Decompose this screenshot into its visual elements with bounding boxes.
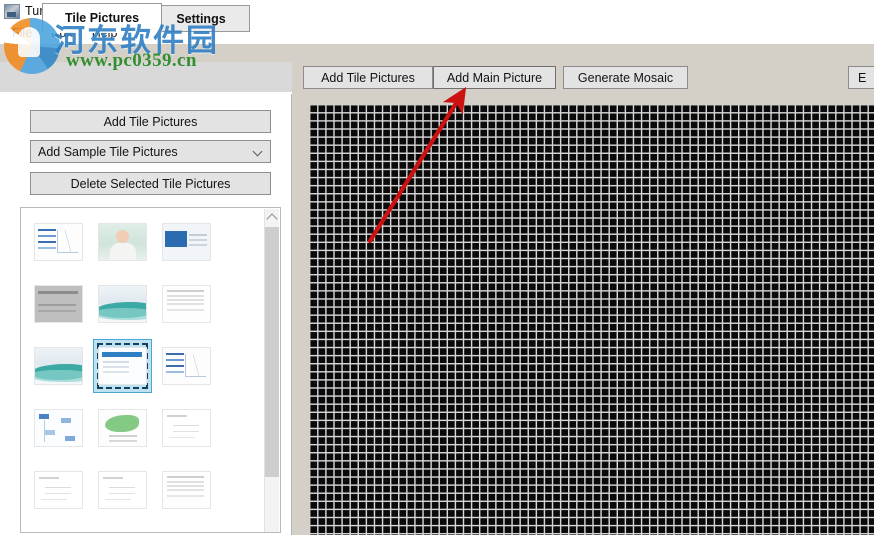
tab-settings[interactable]: Settings (152, 5, 250, 32)
toolbar-export-button[interactable]: E (848, 66, 874, 89)
tile-thumbnail[interactable] (158, 402, 215, 454)
tile-thumbnail-image (34, 409, 83, 447)
tile-thumbnail-image (162, 285, 211, 323)
tile-thumbnail[interactable] (30, 526, 87, 532)
tile-thumbnail[interactable] (30, 402, 87, 454)
add-sample-tile-pictures-dropdown[interactable]: Add Sample Tile Pictures (30, 140, 271, 163)
tile-pictures-list[interactable] (20, 207, 281, 533)
tile-thumbnail[interactable] (94, 216, 151, 268)
toolbar-add-main-picture-button[interactable]: Add Main Picture (433, 66, 556, 89)
delete-selected-tile-pictures-button[interactable]: Delete Selected Tile Pictures (30, 172, 271, 195)
tile-thumbnail[interactable] (30, 216, 87, 268)
toolbar-add-tile-pictures-button[interactable]: Add Tile Pictures (303, 66, 433, 89)
tile-list-vertical-scrollbar[interactable] (264, 209, 279, 532)
tile-thumbnail[interactable] (158, 464, 215, 516)
left-panel: Add Tile Pictures Add Sample Tile Pictur… (0, 93, 292, 535)
mosaic-noise-overlay (310, 105, 874, 535)
tile-thumbnail-image (98, 347, 147, 385)
mosaic-canvas-area[interactable] (293, 99, 874, 535)
app-icon (4, 3, 20, 19)
scrollbar-thumb[interactable] (265, 227, 279, 477)
tile-thumbnail-image (34, 347, 83, 385)
tab-tile-pictures[interactable]: Tile Pictures (42, 3, 162, 33)
tile-thumbnail-image (34, 285, 83, 323)
tile-thumbnail-image (162, 347, 211, 385)
tab-strip (0, 62, 292, 94)
scroll-up-icon[interactable] (265, 209, 279, 225)
right-area: Add Tile Pictures Add Main Picture Gener… (293, 55, 874, 535)
add-tile-pictures-button[interactable]: Add Tile Pictures (30, 110, 271, 133)
tile-thumbnail-image (162, 409, 211, 447)
tile-thumbnail[interactable] (30, 278, 87, 330)
tile-thumbnail-grid (21, 208, 266, 532)
tile-thumbnail-image (98, 285, 147, 323)
main-toolbar: Add Tile Pictures Add Main Picture Gener… (293, 55, 874, 99)
chevron-down-icon (254, 147, 264, 157)
tile-thumbnail-image (34, 223, 83, 261)
tile-thumbnail[interactable] (158, 216, 215, 268)
tile-thumbnail-image (98, 471, 147, 509)
toolbar-generate-mosaic-button[interactable]: Generate Mosaic (563, 66, 688, 89)
tile-thumbnail[interactable] (30, 340, 87, 392)
tile-thumbnail[interactable] (94, 278, 151, 330)
application-window: TurboMosaic - Untitled* File Edit Help 河… (0, 0, 874, 535)
tile-thumbnail[interactable] (158, 278, 215, 330)
tile-thumbnail[interactable] (30, 464, 87, 516)
tile-thumbnail[interactable] (158, 340, 215, 392)
tile-thumbnail[interactable] (158, 526, 215, 532)
tile-thumbnail-image (98, 223, 147, 261)
add-sample-tile-pictures-label: Add Sample Tile Pictures (38, 144, 178, 159)
tile-thumbnail-image (162, 471, 211, 509)
tile-thumbnail[interactable] (94, 402, 151, 454)
tile-thumbnail-image (34, 471, 83, 509)
mosaic-grid-preview[interactable] (310, 105, 874, 535)
tab-strip-base (0, 92, 292, 94)
tile-thumbnail-image (162, 223, 211, 261)
tile-thumbnail[interactable] (94, 464, 151, 516)
tile-thumbnail[interactable] (93, 339, 152, 393)
tile-thumbnail[interactable] (94, 526, 151, 532)
tile-thumbnail-image (98, 409, 147, 447)
menu-item-file[interactable]: File (8, 25, 41, 41)
